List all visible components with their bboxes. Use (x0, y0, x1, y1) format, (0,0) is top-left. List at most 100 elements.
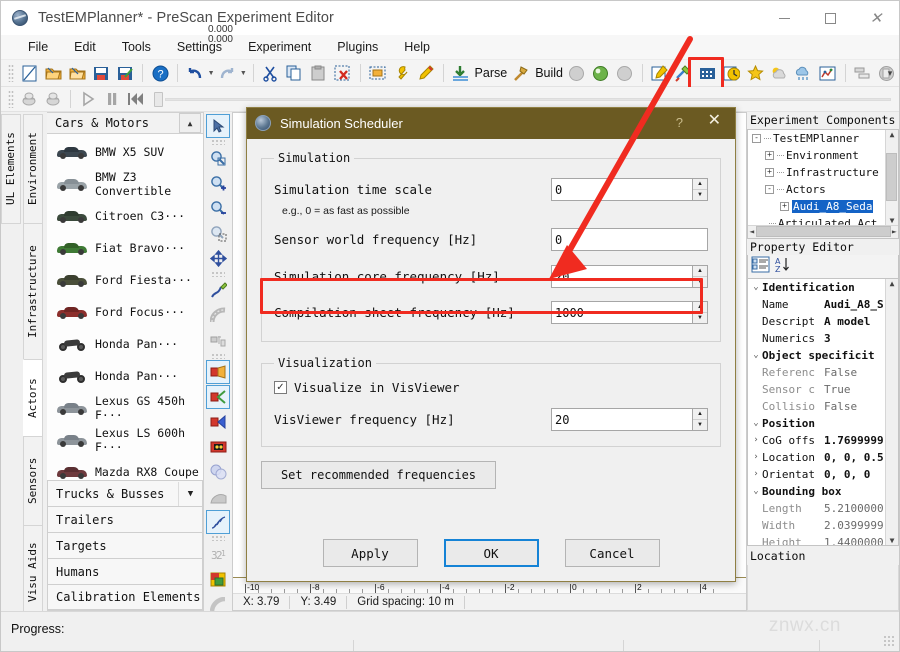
tree-expander-icon[interactable]: - (752, 133, 761, 143)
close-button[interactable]: ✕ (853, 1, 899, 35)
tree-horizontal-scrollbar[interactable]: ◄ ► (748, 224, 899, 238)
apply-button[interactable]: Apply (322, 539, 418, 567)
zoom-window-icon[interactable] (206, 146, 230, 170)
tree-expander-icon[interactable]: + (765, 150, 774, 160)
rewind-icon[interactable] (125, 88, 147, 110)
property-value[interactable]: 1.7699999 (824, 434, 884, 447)
palette-item[interactable]: Lexus GS 450h F··· (47, 392, 203, 424)
pan-move-icon[interactable] (206, 246, 230, 270)
maximize-button[interactable] (807, 1, 853, 35)
zoom-fit-icon[interactable] (206, 221, 230, 245)
chevron-down-icon[interactable]: ⌄ (750, 418, 762, 428)
palette-category-humans[interactable]: Humans (47, 558, 203, 584)
menu-item-experiment[interactable]: Experiment (235, 37, 324, 57)
save-as-icon[interactable] (114, 62, 136, 84)
view-3d-alt-icon[interactable] (42, 88, 64, 110)
property-row[interactable]: › Location 0, 0, 0.5 (748, 449, 898, 466)
visviewer-frequency-input[interactable] (551, 408, 693, 431)
favorite-star-icon[interactable] (745, 62, 767, 84)
tree-expander-icon[interactable]: + (780, 201, 789, 211)
palette-item[interactable]: Ford Focus··· (47, 296, 203, 328)
palette-item[interactable]: Citroen C3··· (47, 200, 203, 232)
build-button[interactable]: Build (535, 66, 563, 80)
edit-pencil-icon[interactable] (415, 62, 437, 84)
set-recommended-frequencies-button[interactable]: Set recommended frequencies (261, 461, 496, 489)
sort-alphabetical-icon[interactable]: AZ (774, 256, 791, 276)
property-row[interactable]: Referenc False (748, 364, 898, 381)
property-value[interactable]: Audi_A8_S (824, 298, 884, 311)
resize-grip-icon[interactable] (883, 635, 896, 648)
property-value[interactable]: 0, 0, 0 (824, 468, 870, 481)
new-experiment-icon[interactable] (18, 62, 40, 84)
toolbar-overflow-icon[interactable]: ▾ (884, 64, 896, 82)
property-value[interactable]: 3 (824, 332, 831, 345)
spinner-down-icon[interactable]: ▼ (693, 190, 707, 200)
palette-item[interactable]: Honda Pan··· (47, 328, 203, 360)
minimize-button[interactable] (761, 1, 807, 35)
plot-results-icon[interactable] (817, 62, 839, 84)
scroll-left-icon[interactable]: ◄ (748, 227, 756, 236)
delete-selection-icon[interactable] (332, 62, 354, 84)
tree-node[interactable]: + Environment (748, 147, 898, 164)
property-row[interactable]: Collisio False (748, 398, 898, 415)
visualize-in-visviewer-row[interactable]: ✓ Visualize in VisViewer (274, 380, 708, 395)
palette-item[interactable]: Mazda RX8 Coupe (47, 456, 203, 480)
palette-item[interactable]: BMW X5 SUV (47, 136, 203, 168)
visualize-checkbox[interactable]: ✓ (274, 381, 287, 394)
save-experiment-icon[interactable] (90, 62, 112, 84)
weather-sun-cloud-icon[interactable] (769, 62, 791, 84)
menu-item-edit[interactable]: Edit (61, 37, 109, 57)
property-group-row[interactable]: ⌄ Identification (748, 279, 898, 296)
zoom-in-icon[interactable] (206, 171, 230, 195)
edit-experiment-icon[interactable] (649, 62, 671, 84)
chevron-down-icon[interactable]: ⌄ (750, 282, 762, 292)
property-row[interactable]: Descript A model (748, 313, 898, 330)
property-row[interactable]: Numerics 3 (748, 330, 898, 347)
palette-category-targets[interactable]: Targets (47, 532, 203, 558)
menu-item-help[interactable]: Help (391, 37, 443, 57)
timeline-slider-track[interactable] (165, 97, 891, 101)
toolbar-grip-icon[interactable] (8, 64, 14, 82)
spinner-down-icon[interactable]: ▼ (693, 420, 707, 430)
tree-node[interactable]: - TestEMPlanner (748, 130, 898, 147)
weather-rain-icon[interactable] (793, 62, 815, 84)
numbering-icon[interactable]: 321 (206, 542, 230, 566)
experiment-components-tree[interactable]: - TestEMPlanner + Environment + Infrastr… (747, 128, 899, 239)
tree-vertical-scrollbar[interactable]: ▲ ▼ (885, 129, 898, 225)
run-experiment-green-icon[interactable] (590, 62, 612, 84)
draw-road-icon[interactable] (206, 278, 230, 302)
property-row[interactable]: Sensor c True (748, 381, 898, 398)
simulation-scheduler-icon[interactable] (721, 62, 743, 84)
open-experiment-icon[interactable] (42, 62, 64, 84)
stop-experiment-icon[interactable] (614, 62, 636, 84)
property-value[interactable]: 0, 0, 0.5 (824, 451, 884, 464)
palette-collapse-icon[interactable]: ▲ (179, 113, 201, 133)
run-experiment-gray-icon[interactable] (566, 62, 588, 84)
curve-road-icon[interactable] (206, 303, 230, 327)
property-row[interactable]: Name Audi_A8_S (748, 296, 898, 313)
chevron-down-icon[interactable]: ⌄ (750, 350, 762, 360)
palette-item[interactable]: BMW Z3 Convertible (47, 168, 203, 200)
tree-expander-icon[interactable]: + (765, 167, 774, 177)
menu-item-tools[interactable]: Tools (109, 37, 164, 57)
simulation-time-scale-spinner[interactable]: ▲▼ (551, 178, 708, 201)
spinner-up-icon[interactable]: ▲ (692, 409, 707, 420)
antenna-icon[interactable] (206, 485, 230, 509)
spinner-down-icon[interactable]: ▼ (693, 313, 707, 323)
delete-segment-icon[interactable] (206, 328, 230, 352)
visviewer-frequency-spinner[interactable]: ▲▼ (551, 408, 708, 431)
preferences-wrench-icon[interactable] (391, 62, 413, 84)
paste-icon[interactable] (308, 62, 330, 84)
sensor-world-frequency-field[interactable] (551, 228, 708, 251)
palette-item[interactable]: Honda Pan··· (47, 360, 203, 392)
layout-arrange-icon[interactable] (852, 62, 874, 84)
trajectory-icon[interactable] (206, 510, 230, 534)
scroll-right-icon[interactable]: ► (891, 227, 899, 236)
radar-sensor-icon[interactable] (206, 385, 230, 409)
copy-icon[interactable] (284, 62, 306, 84)
toolbar-grip-icon[interactable] (8, 90, 14, 108)
undo-icon[interactable] (184, 62, 206, 84)
chevron-down-icon[interactable]: ⌄ (750, 486, 762, 496)
help-icon[interactable]: ? (149, 62, 171, 84)
cut-icon[interactable] (260, 62, 282, 84)
